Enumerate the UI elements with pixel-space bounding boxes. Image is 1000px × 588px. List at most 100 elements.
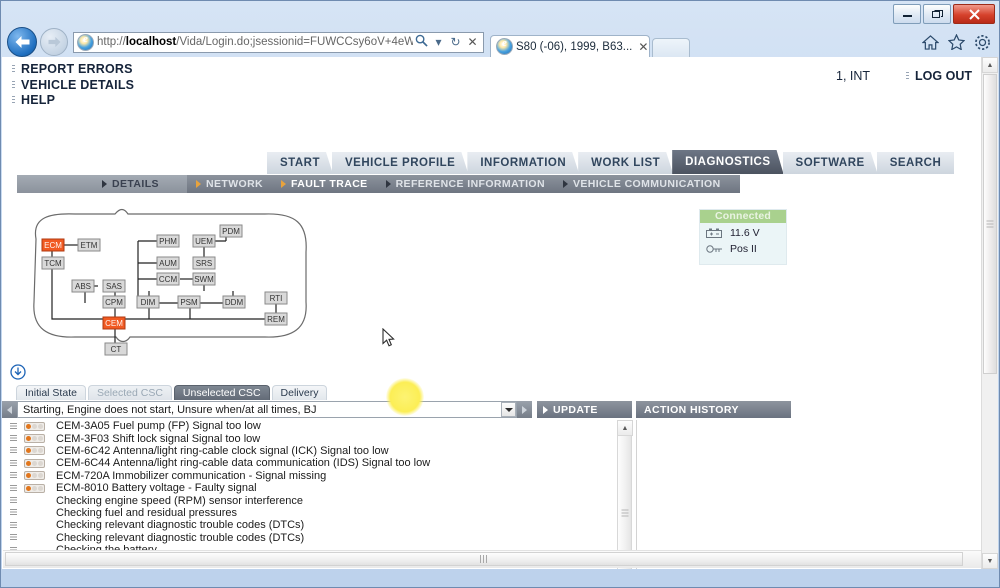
tab-work-list[interactable]: WORK LIST	[578, 152, 673, 174]
list-item-label: ECM-8010 Battery voltage - Faulty signal	[56, 482, 257, 495]
tab-close-icon[interactable]: ✕	[632, 40, 648, 54]
tab-delivery[interactable]: Delivery	[271, 385, 328, 400]
browser-tab[interactable]: S80 (-06), 1999, B63... ✕	[490, 35, 650, 57]
ie-logo-icon	[77, 33, 94, 51]
list-item[interactable]: ECM-8010 Battery voltage - Faulty signal	[2, 482, 636, 494]
list-item[interactable]: CEM-3F03 Shift lock signal Signal too lo…	[2, 432, 636, 445]
drag-handle-icon[interactable]	[2, 422, 24, 430]
symptom-select[interactable]: Starting, Engine does not start, Unsure …	[17, 401, 517, 418]
drag-handle-icon[interactable]	[2, 459, 24, 467]
action-history-label: ACTION HISTORY	[644, 403, 739, 416]
tab-information[interactable]: INFORMATION	[467, 152, 579, 174]
chevron-down-icon[interactable]: ▾	[430, 35, 447, 49]
scroll-up-icon[interactable]: ▲	[982, 57, 998, 73]
prev-arrow-icon[interactable]	[2, 401, 17, 418]
new-tab-button[interactable]	[652, 38, 690, 57]
diagram-node-label: DDM	[225, 298, 244, 307]
next-arrow-icon[interactable]	[517, 401, 532, 418]
page-viewport: REPORT ERRORS VEHICLE DETAILS HELP 1, IN…	[2, 57, 984, 569]
dtc-lamp-icon	[24, 483, 54, 493]
tab-vehicle-profile[interactable]: VEHICLE PROFILE	[332, 152, 468, 174]
subtab-details[interactable]: DETAILS	[102, 175, 159, 193]
tab-software[interactable]: SOFTWARE	[783, 152, 878, 174]
tab-initial-state[interactable]: Initial State	[16, 385, 86, 400]
subtab-network[interactable]: NETWORK	[187, 178, 272, 190]
vehicle-details-link[interactable]: VEHICLE DETAILS	[12, 78, 134, 94]
subtab-reference-information-label: REFERENCE INFORMATION	[395, 178, 545, 190]
list-item[interactable]: CEM-6C44 Antenna/light ring-cable data c…	[2, 457, 636, 469]
list-item[interactable]: Checking relevant diagnostic trouble cod…	[2, 519, 636, 531]
tab-diagnostics[interactable]: DIAGNOSTICS	[672, 150, 783, 174]
help-link[interactable]: HELP	[12, 93, 134, 109]
search-icon[interactable]	[413, 34, 430, 50]
drag-handle-icon[interactable]	[2, 484, 24, 492]
drag-handle-icon[interactable]	[2, 497, 24, 505]
list-item[interactable]: CEM-6C42 Antenna/light ring-cable clock …	[2, 445, 636, 457]
sub-tabs: DETAILS NETWORK FAULT TRACE REFERENCE IN…	[17, 175, 740, 193]
download-info-icon[interactable]	[10, 364, 26, 380]
update-button[interactable]: UPDATE	[537, 401, 632, 418]
subtab-reference-information[interactable]: REFERENCE INFORMATION	[377, 178, 554, 190]
window-titlebar	[1, 1, 999, 29]
home-icon[interactable]	[922, 34, 939, 50]
symptom-select-value: Starting, Engine does not start, Unsure …	[23, 403, 317, 416]
battery-voltage-value: 11.6 V	[730, 227, 760, 239]
list-item[interactable]: Checking relevant diagnostic trouble cod…	[2, 532, 636, 544]
list-item[interactable]: Checking fuel and residual pressures	[2, 507, 636, 519]
list-item[interactable]: CEM-3A05 Fuel pump (FP) Signal too low	[2, 420, 636, 432]
caret-right-icon	[385, 180, 391, 188]
tab-favicon-icon	[496, 37, 513, 55]
tab-start[interactable]: START	[267, 152, 333, 174]
tools-icon[interactable]	[974, 34, 991, 51]
list-item[interactable]: ECM-720A Immobilizer communication - Sig…	[2, 470, 636, 482]
diagram-node-label: CT	[111, 345, 122, 354]
page-hscrollbar-thumb[interactable]	[5, 552, 963, 566]
close-icon[interactable]	[953, 4, 995, 24]
help-label: HELP	[21, 93, 56, 107]
page-horizontal-scrollbar[interactable]	[3, 550, 984, 568]
browser-tabstrip: S80 (-06), 1999, B63... ✕	[490, 27, 690, 57]
scroll-up-icon[interactable]: ▲	[617, 420, 633, 436]
subtab-network-label: NETWORK	[206, 178, 264, 190]
back-button[interactable]	[7, 27, 37, 57]
action-history-button[interactable]: ACTION HISTORY	[636, 401, 791, 418]
page-vscrollbar-thumb[interactable]	[983, 74, 997, 374]
update-label: UPDATE	[553, 403, 598, 416]
app-header: REPORT ERRORS VEHICLE DETAILS HELP 1, IN…	[2, 57, 984, 107]
scroll-down-icon[interactable]: ▼	[982, 553, 998, 569]
list-item[interactable]: Checking engine speed (RPM) sensor inter…	[2, 494, 636, 507]
subtab-fault-trace[interactable]: FAULT TRACE	[272, 178, 377, 190]
tab-unselected-csc[interactable]: Unselected CSC	[173, 385, 270, 400]
browser-window: http://localhost/Vida/Login.do;jsessioni…	[0, 0, 1000, 588]
battery-voltage-row: 11.6 V	[706, 227, 786, 239]
logout-button[interactable]: LOG OUT	[906, 69, 972, 83]
chevron-down-icon[interactable]	[501, 402, 516, 417]
refresh-icon[interactable]: ↻	[447, 35, 464, 49]
ignition-position-row: Pos II	[706, 243, 786, 255]
subtab-vehicle-communication[interactable]: VEHICLE COMMUNICATION	[554, 178, 730, 190]
drag-handle-icon[interactable]	[2, 534, 24, 542]
address-bar[interactable]: http://localhost/Vida/Login.do;jsessioni…	[73, 31, 484, 53]
forward-button[interactable]	[40, 28, 68, 56]
list-item-label: Checking fuel and residual pressures	[56, 506, 237, 519]
list-scrollbar[interactable]: ▲	[617, 420, 633, 569]
drag-handle-icon[interactable]	[2, 447, 24, 455]
list-scrollbar-thumb[interactable]	[617, 435, 632, 569]
favorites-icon[interactable]	[948, 34, 965, 50]
report-errors-link[interactable]: REPORT ERRORS	[12, 62, 134, 78]
restore-icon[interactable]	[923, 4, 951, 24]
diagram-node-label: SAS	[106, 282, 122, 291]
tab-selected-csc[interactable]: Selected CSC	[87, 385, 172, 400]
vehicle-network-diagram[interactable]: ECM ETM TCM ABS SAS CPM CEM CT PHM UEM PDM AUM SRS CC…	[20, 207, 320, 362]
drag-handle-icon[interactable]	[2, 435, 24, 443]
tab-search[interactable]: SEARCH	[876, 152, 955, 174]
fault-trace-list[interactable]: CEM-3A05 Fuel pump (FP) Signal too low CE…	[2, 420, 637, 569]
page-vertical-scrollbar[interactable]: ▲ ▼	[981, 57, 998, 569]
list-item-label: CEM-6C44 Antenna/light ring-cable data c…	[56, 457, 431, 470]
stop-icon[interactable]: ✕	[464, 35, 481, 49]
drag-handle-icon[interactable]	[2, 509, 24, 517]
connection-status-box: Connected 11.6 V Pos II	[699, 209, 787, 265]
drag-handle-icon[interactable]	[2, 472, 24, 480]
minimize-icon[interactable]	[893, 4, 921, 24]
drag-handle-icon[interactable]	[2, 521, 24, 529]
